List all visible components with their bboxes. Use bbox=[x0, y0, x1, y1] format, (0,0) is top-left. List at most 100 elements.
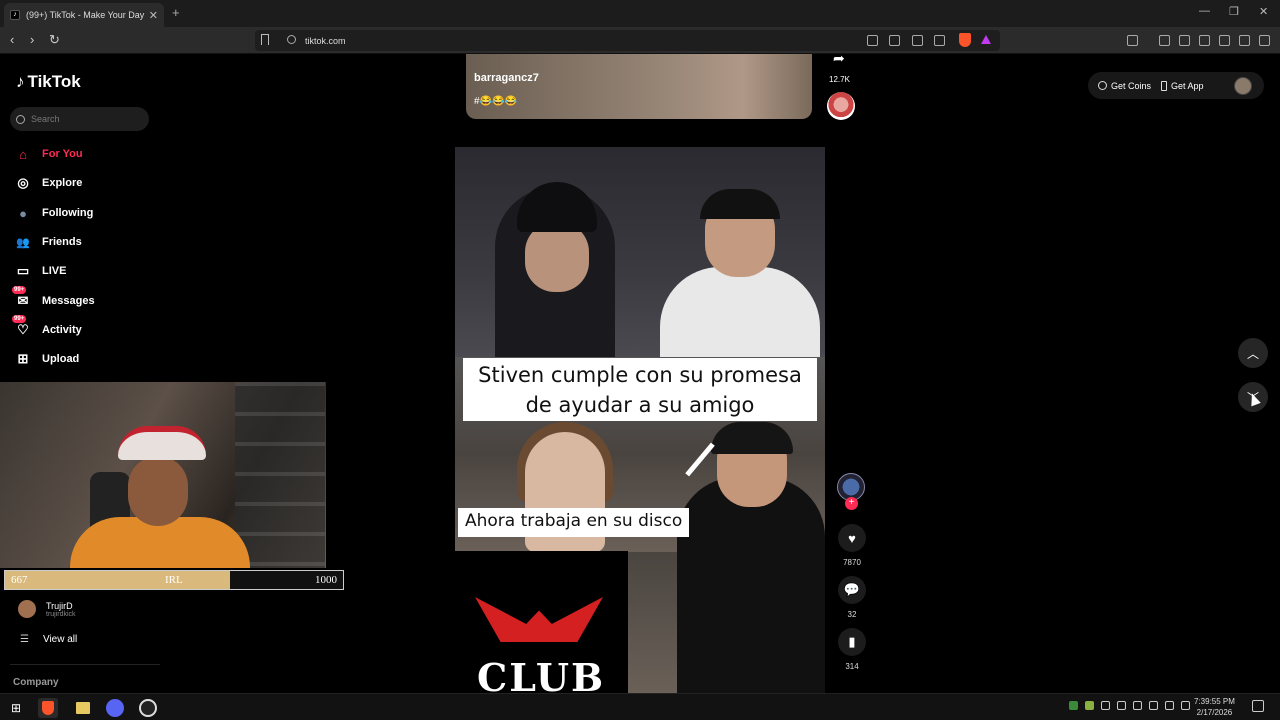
video-caption-bottom: Ahora trabaja en su disco bbox=[458, 508, 690, 537]
sidebar-item-following[interactable]: ● Following bbox=[14, 203, 93, 223]
new-tab-button[interactable]: + bbox=[172, 5, 180, 20]
tiktok-note-icon: ♪ bbox=[16, 72, 25, 91]
close-window-button[interactable]: ✕ bbox=[1259, 5, 1268, 18]
back-icon[interactable]: ‹ bbox=[10, 32, 14, 47]
sidebar-item-friends[interactable]: 👥 Friends bbox=[14, 232, 82, 252]
search-placeholder: Search bbox=[31, 114, 60, 124]
media-icon[interactable] bbox=[1159, 35, 1170, 46]
video-caption-top: Stiven cumple con su promesa de ayudar a… bbox=[463, 358, 817, 421]
chevron-up-icon: ︿ bbox=[1246, 346, 1259, 361]
club-logo-text: CLUB bbox=[477, 655, 606, 693]
tray-app-icon[interactable] bbox=[1101, 701, 1110, 710]
bookmark-icon[interactable] bbox=[261, 34, 269, 45]
tray-mic-icon[interactable] bbox=[1149, 701, 1158, 710]
vpn-icon[interactable] bbox=[1239, 35, 1250, 46]
share-icon[interactable]: ➦ bbox=[833, 50, 845, 67]
search-icon bbox=[16, 114, 25, 124]
get-coins-button[interactable]: Get Coins bbox=[1098, 81, 1151, 91]
goal-max: 1000 bbox=[315, 574, 337, 586]
activity-glyph: ♡ bbox=[17, 322, 29, 337]
previous-video[interactable]: barragancz7 #😂😂😂 bbox=[466, 54, 812, 119]
sidebar-item-messages[interactable]: ✉ 99+ Messages bbox=[12, 286, 95, 311]
save-button[interactable]: ▮ bbox=[838, 628, 866, 656]
screenshot-icon[interactable] bbox=[1127, 35, 1138, 46]
tray-volume-icon[interactable] bbox=[1181, 701, 1190, 710]
follow-plus-icon[interactable]: + bbox=[845, 497, 858, 510]
restore-button[interactable]: ❐ bbox=[1229, 5, 1239, 18]
clock-time: 7:39:55 PM bbox=[1194, 697, 1235, 706]
wallet-icon[interactable] bbox=[1199, 35, 1210, 46]
browser-toolbar: ‹ › ↻ tiktok.com bbox=[0, 27, 1280, 54]
view-all-link[interactable]: ☰ View all bbox=[20, 634, 77, 645]
activity-badge: 99+ bbox=[12, 315, 27, 323]
tiktok-favicon-icon: ♪ bbox=[10, 10, 20, 20]
company-link[interactable]: Company bbox=[13, 677, 59, 688]
get-coins-label: Get Coins bbox=[1111, 80, 1152, 91]
following-account[interactable]: TrujirD trujirdkick bbox=[18, 600, 76, 618]
video-username[interactable]: barragancz7 bbox=[474, 72, 539, 84]
notification-icon[interactable] bbox=[1252, 700, 1264, 712]
forward-icon[interactable]: › bbox=[30, 32, 34, 47]
upload-icon: ⊞ bbox=[17, 351, 29, 366]
previous-video-button[interactable]: ︿ bbox=[1238, 338, 1268, 368]
file-explorer-icon[interactable] bbox=[73, 698, 93, 718]
cast-icon[interactable] bbox=[912, 35, 923, 46]
avatar bbox=[18, 600, 36, 618]
taskbar-clock[interactable]: 7:39:55 PM 2/17/2026 bbox=[1194, 696, 1235, 718]
tray-network-icon[interactable] bbox=[1165, 701, 1174, 710]
site-info-icon[interactable] bbox=[287, 35, 296, 44]
tray-nvidia-icon[interactable] bbox=[1085, 701, 1094, 710]
sidebar-item-label: Following bbox=[42, 207, 94, 219]
tiktok-logo[interactable]: ♪ TikTok bbox=[16, 72, 81, 92]
share-icon[interactable] bbox=[934, 35, 945, 46]
sidebar-item-activity[interactable]: ♡ 99+ Activity bbox=[12, 315, 82, 340]
tray-usb-icon[interactable] bbox=[1133, 701, 1142, 710]
sidebar-item-for-you[interactable]: ⌂ For You bbox=[14, 144, 83, 164]
webcam-overlay bbox=[0, 382, 326, 568]
windows-taskbar: ⊞ 7:39:55 PM 2/17/2026 bbox=[0, 693, 1280, 720]
video-guy-cap bbox=[711, 422, 793, 454]
tray-app-icon[interactable] bbox=[1117, 701, 1126, 710]
view-all-label: View all bbox=[42, 634, 78, 645]
account-name: TrujirD bbox=[46, 600, 73, 611]
browser-tab[interactable]: ♪ (99+) TikTok - Make Your Day ✕ bbox=[4, 3, 164, 27]
profile-avatar[interactable] bbox=[1234, 77, 1252, 95]
search-input[interactable]: Search bbox=[10, 107, 149, 131]
tray-app-icon[interactable] bbox=[1069, 701, 1078, 710]
brave-taskbar-icon[interactable] bbox=[38, 698, 58, 718]
comment-count: 32 bbox=[847, 610, 857, 619]
caption-line-2: de ayudar a su amigo bbox=[525, 393, 755, 417]
get-app-button[interactable]: Get App bbox=[1161, 80, 1204, 91]
list-icon: ☰ bbox=[20, 634, 29, 645]
brave-shields-icon[interactable] bbox=[959, 33, 971, 47]
windows-start-icon[interactable]: ⊞ bbox=[6, 698, 26, 718]
leo-ai-icon[interactable] bbox=[1219, 35, 1230, 46]
sidebar-item-explore[interactable]: ◎ Explore bbox=[14, 173, 82, 193]
music-disc-avatar[interactable] bbox=[827, 92, 855, 120]
sidebar-item-label: For You bbox=[42, 148, 83, 160]
comment-button[interactable]: 💬 bbox=[838, 576, 866, 604]
bookmark-icon: ▮ bbox=[848, 634, 856, 649]
goal-label: IRL bbox=[165, 574, 183, 586]
activity-icon: ♡ 99+ bbox=[12, 315, 32, 339]
webcam-cap bbox=[118, 426, 206, 460]
account-handle: trujirdkick bbox=[46, 610, 76, 618]
header-actions: Get Coins Get App bbox=[1088, 72, 1264, 99]
sidebar-item-live[interactable]: ▭ LIVE bbox=[14, 261, 67, 281]
home-icon: ⌂ bbox=[19, 146, 27, 162]
sidebar-item-upload[interactable]: ⊞ Upload bbox=[14, 349, 80, 369]
translate-icon[interactable] bbox=[889, 35, 900, 46]
brave-rewards-icon[interactable] bbox=[981, 35, 991, 44]
reload-icon[interactable]: ↻ bbox=[49, 32, 60, 48]
goal-progress-fill bbox=[5, 571, 231, 589]
live-tv-icon: ▭ bbox=[16, 263, 30, 278]
translate-off-icon[interactable] bbox=[867, 35, 878, 46]
discord-icon[interactable] bbox=[105, 698, 125, 718]
sidebar-icon[interactable] bbox=[1179, 35, 1190, 46]
like-button[interactable]: ♥ bbox=[838, 524, 866, 552]
heart-icon: ♥ bbox=[848, 530, 856, 546]
minimize-button[interactable]: — bbox=[1199, 5, 1210, 17]
obs-icon[interactable] bbox=[138, 698, 158, 718]
menu-icon[interactable] bbox=[1259, 35, 1270, 46]
close-tab-icon[interactable]: ✕ bbox=[149, 9, 158, 22]
